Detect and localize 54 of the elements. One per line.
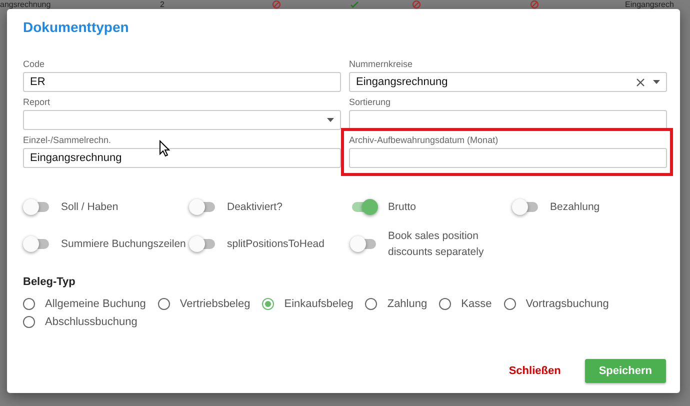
toggle-label: Soll / Haben xyxy=(61,200,118,215)
radio-button[interactable] xyxy=(23,316,35,328)
select-field[interactable]: Eingangsrechnung xyxy=(349,72,667,92)
mouse-pointer-icon xyxy=(159,140,170,157)
radio-button[interactable] xyxy=(158,298,170,310)
close-button[interactable]: Schließen xyxy=(506,359,563,383)
radio-label: Einkaufsbeleg xyxy=(284,298,354,310)
field-label: Code xyxy=(23,59,45,69)
radio-label: Vortragsbuchung xyxy=(526,298,609,310)
field-label: Sortierung xyxy=(349,97,391,107)
input-field[interactable]: ER xyxy=(23,72,341,92)
radio-label: Zahlung xyxy=(387,298,428,310)
toggle-switch[interactable] xyxy=(189,235,217,253)
table-cell: 2 xyxy=(160,0,164,9)
toggle-switch[interactable] xyxy=(350,235,378,253)
radio-button[interactable] xyxy=(23,298,35,310)
field-label: Report xyxy=(23,97,50,107)
field-label: Einzel-/Sammelrechn. xyxy=(23,135,112,145)
radio-label: Allgemeine Buchung xyxy=(45,298,146,310)
toggle-switch[interactable] xyxy=(350,198,378,216)
radio-button[interactable] xyxy=(365,298,378,310)
toggle-label: Deaktiviert? xyxy=(227,200,282,215)
group-title: Beleg-Typ xyxy=(23,276,76,288)
radio-button[interactable] xyxy=(504,298,516,310)
radio-label: Vertriebsbeleg xyxy=(180,298,250,310)
toggle-switch[interactable] xyxy=(23,235,51,253)
blocked-icon xyxy=(530,0,539,9)
table-cell: angsrechnung xyxy=(0,0,51,9)
field-label: Archiv-Aufbewahrungsdatum (Monat) xyxy=(349,135,498,145)
caret-icon xyxy=(327,118,334,122)
input-field[interactable] xyxy=(349,148,667,168)
radio-button[interactable] xyxy=(439,298,452,310)
radio-label: Abschlussbuchung xyxy=(45,316,138,328)
toggle-switch[interactable] xyxy=(189,198,217,216)
select-field[interactable] xyxy=(23,110,341,130)
toggle-label: splitPositionsToHead xyxy=(227,237,324,252)
toggle-label: Brutto xyxy=(388,200,416,215)
toggle-switch[interactable] xyxy=(512,198,540,216)
toggle-label: Book sales position discounts separately xyxy=(388,229,485,260)
blocked-icon xyxy=(272,0,281,9)
clear-icon[interactable] xyxy=(636,78,645,86)
field-label: Nummernkreise xyxy=(349,59,413,69)
toggle-label: Bezahlung xyxy=(550,200,600,215)
toggle-switch[interactable] xyxy=(23,198,51,216)
table-cell: Eingangsrech xyxy=(625,0,674,9)
blocked-icon xyxy=(412,0,421,9)
radio-label: Kasse xyxy=(461,298,492,310)
dialog-title: Dokumenttypen xyxy=(23,19,129,35)
radio-button[interactable] xyxy=(262,298,274,310)
caret-icon xyxy=(653,80,660,84)
check-icon xyxy=(350,0,359,9)
input-field[interactable] xyxy=(349,110,667,130)
input-field[interactable]: Eingangsrechnung xyxy=(23,148,341,168)
toggle-label: Summiere Buchungszeilen xyxy=(61,237,186,252)
